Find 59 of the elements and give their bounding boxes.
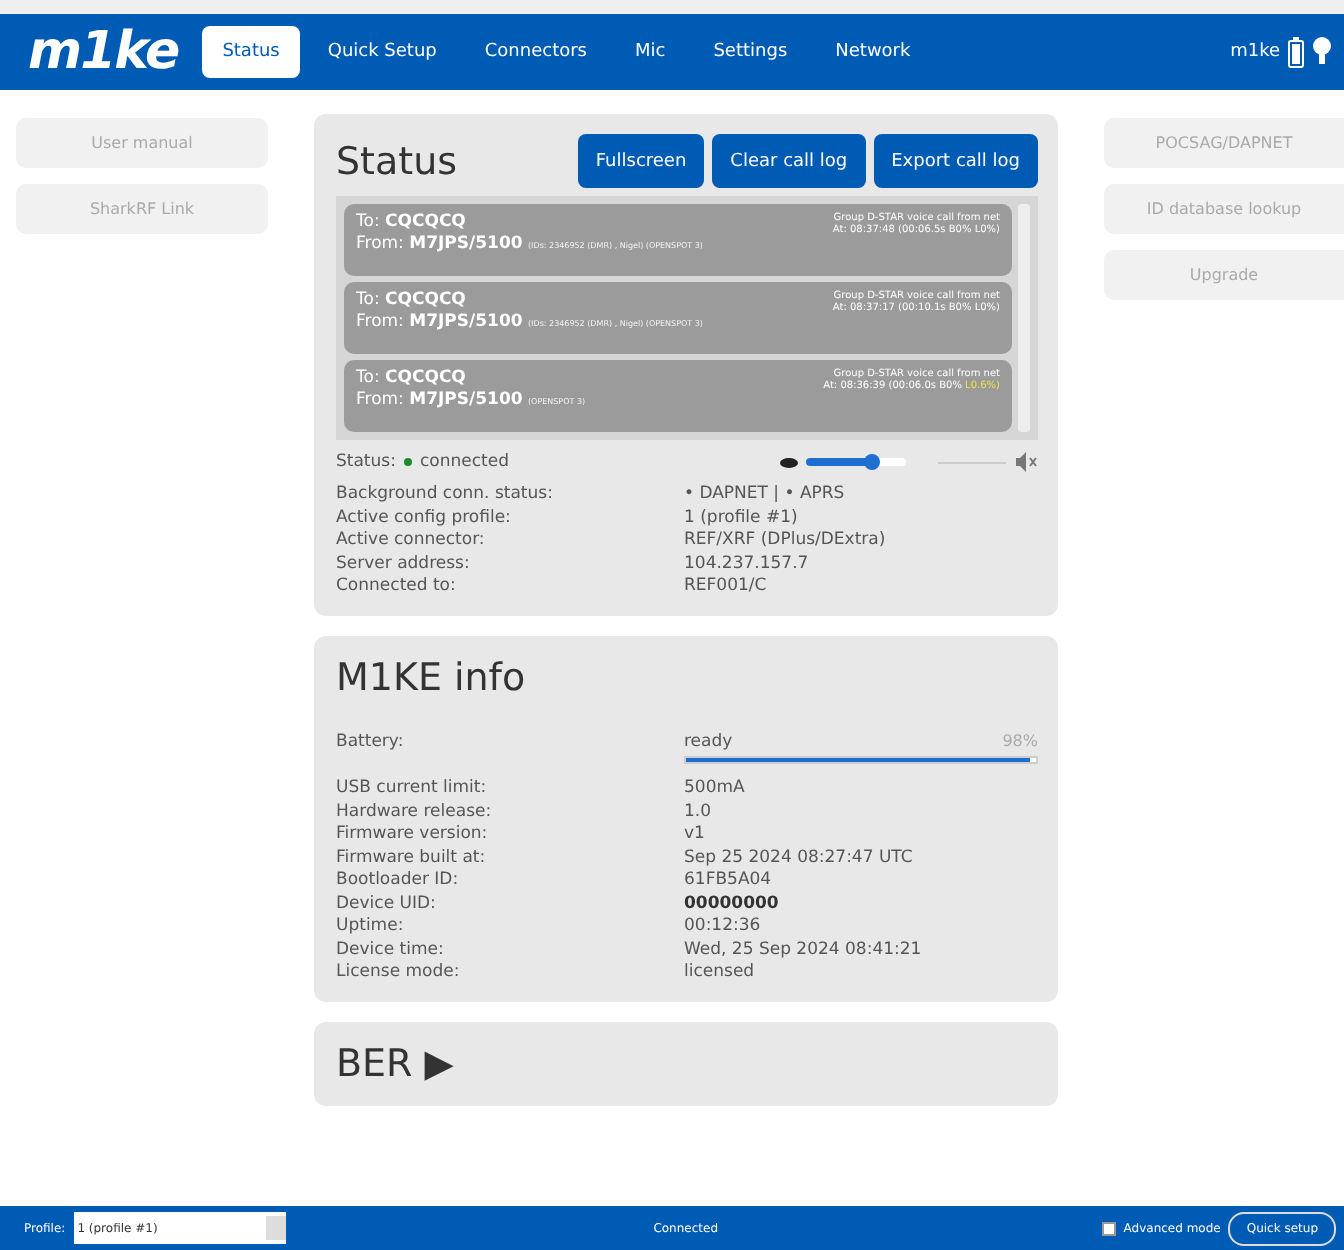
info-value: 00000000 xyxy=(684,893,781,913)
ber-panel[interactable]: BER ▶ xyxy=(314,1022,1058,1106)
nav-tab[interactable]: Network xyxy=(815,26,931,78)
info-label: License mode: xyxy=(336,962,462,982)
mute-icon[interactable] xyxy=(1014,452,1038,472)
info-label: Hardware release: xyxy=(336,801,494,821)
info-label: Uptime: xyxy=(336,916,406,936)
info-value: Wed, 25 Sep 2024 08:41:21 xyxy=(684,939,924,959)
action-button[interactable]: Fullscreen xyxy=(577,134,705,188)
status-label: Status: xyxy=(336,452,396,472)
info-label: Background conn. status: xyxy=(336,484,555,504)
call-to: To: CQCQCQ xyxy=(356,212,468,232)
nav-tab[interactable]: Connectors xyxy=(464,26,607,78)
nav-tab[interactable]: Status xyxy=(202,26,300,78)
panel-title: BER ▶ xyxy=(336,1042,454,1086)
info-value: Sep 25 2024 08:27:47 UTC xyxy=(684,847,915,867)
battery-percent: 98% xyxy=(1002,732,1038,752)
info-value: 1.0 xyxy=(684,801,714,821)
info-value: 104.237.157.7 xyxy=(684,553,811,573)
info-label: Active config profile: xyxy=(336,507,513,527)
info-value: • DAPNET | • APRS xyxy=(684,484,847,504)
nav-tab[interactable]: Settings xyxy=(693,26,808,78)
status-value: connected xyxy=(419,452,509,472)
info-value: licensed xyxy=(684,962,757,982)
info-label: Active connector: xyxy=(336,530,487,550)
info-label: Device UID: xyxy=(336,893,438,913)
info-label: USB current limit: xyxy=(336,778,489,798)
info-value: 1 (profile #1) xyxy=(684,507,800,527)
volume-slider[interactable] xyxy=(806,458,906,466)
info-label: Connected to: xyxy=(336,576,458,596)
info-value: REF/XRF (DPlus/DExtra) xyxy=(684,530,888,550)
logo: m1ke xyxy=(28,22,179,82)
info-label: Firmware version: xyxy=(336,824,490,844)
info-label: Bootloader ID: xyxy=(336,870,461,890)
nav-tab[interactable]: Quick Setup xyxy=(307,26,457,78)
info-label: Battery: xyxy=(336,732,406,752)
call-to: To: CQCQCQ xyxy=(356,290,468,310)
lightbulb-icon xyxy=(1312,36,1332,68)
info-value: 00:12:36 xyxy=(684,916,763,936)
info-label: Device time: xyxy=(336,939,446,959)
call-to: To: CQCQCQ xyxy=(356,368,468,388)
scrollbar[interactable] xyxy=(1018,204,1030,432)
battery-icon xyxy=(1288,36,1304,68)
info-value: 61FB5A04 xyxy=(684,870,774,890)
info-label: Firmware built at: xyxy=(336,847,488,867)
nav-tab[interactable]: Mic xyxy=(615,26,686,78)
info-value: 500mA xyxy=(684,778,747,798)
panel-title: M1KE info xyxy=(336,656,526,700)
info-value: ready xyxy=(684,732,733,752)
advanced-checkbox[interactable] xyxy=(1101,1221,1116,1235)
info-label: Server address: xyxy=(336,553,472,573)
action-button[interactable]: Clear call log xyxy=(712,134,866,188)
speaker-icon xyxy=(780,457,798,467)
action-button[interactable]: Export call log xyxy=(873,134,1038,188)
info-value: REF001/C xyxy=(684,576,769,596)
device-name: m1ke xyxy=(1230,42,1280,62)
info-value: v1 xyxy=(684,824,707,844)
panel-title: Status xyxy=(336,139,458,183)
slider-thumb[interactable] xyxy=(863,454,879,470)
